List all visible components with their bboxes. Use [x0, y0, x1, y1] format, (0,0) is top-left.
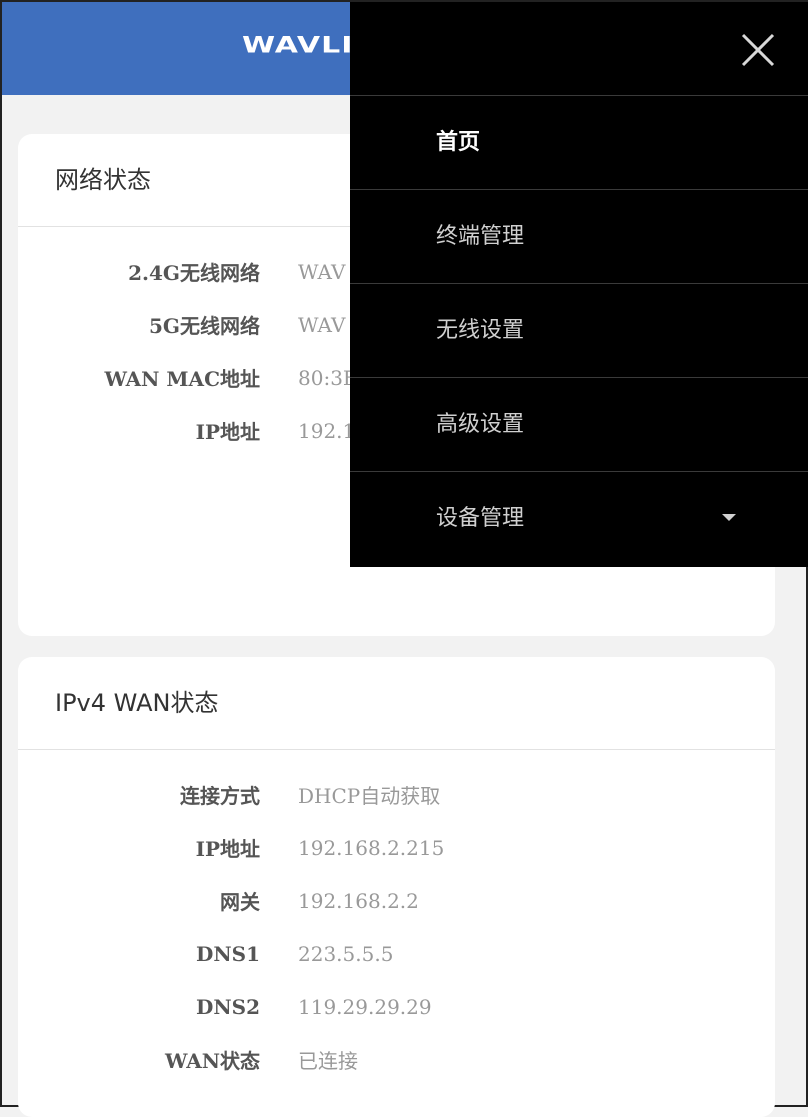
menu-item-label: 终端管理: [436, 224, 525, 249]
row-value: 192.168.2.215: [298, 835, 445, 860]
wan-status-title: IPv4 WAN状态: [18, 657, 775, 750]
row-value: 192.1: [298, 418, 356, 443]
row-value: 192.168.2.2: [298, 888, 419, 913]
status-row: DNS1 223.5.5.5: [18, 927, 775, 980]
status-row: 网关 192.168.2.2: [18, 874, 775, 927]
status-row: DNS2 119.29.29.29: [18, 980, 775, 1033]
status-row: 连接方式 DHCP自动获取: [18, 768, 775, 821]
row-value: WAV: [298, 312, 346, 337]
row-label: 连接方式: [180, 784, 260, 808]
row-value: 已连接: [298, 1049, 358, 1073]
menu-item-device-management[interactable]: 设备管理: [350, 472, 808, 565]
menu-item-terminal-management[interactable]: 终端管理: [350, 190, 808, 284]
close-icon[interactable]: [740, 32, 776, 68]
menu-top-bar: [350, 2, 808, 96]
menu-item-wireless-settings[interactable]: 无线设置: [350, 284, 808, 378]
menu-item-home[interactable]: 首页: [350, 96, 808, 190]
status-row: IP地址 192.168.2.215: [18, 821, 775, 874]
row-label: 5G无线网络: [149, 314, 260, 338]
row-label: WAN MAC地址: [104, 367, 260, 391]
row-label: DNS2: [196, 994, 260, 1019]
row-value: 119.29.29.29: [298, 994, 432, 1019]
row-label: 网关: [220, 890, 260, 914]
menu-item-label: 高级设置: [436, 412, 525, 437]
row-label: WAN状态: [165, 1049, 260, 1073]
row-label: IP地址: [195, 837, 260, 861]
menu-item-label: 无线设置: [436, 318, 525, 343]
row-value: DHCP自动获取: [298, 784, 441, 808]
row-value: 223.5.5.5: [298, 941, 394, 966]
row-label: IP地址: [195, 420, 260, 444]
nav-drawer-menu: 首页 终端管理 无线设置 高级设置 设备管理: [350, 2, 808, 567]
wan-status-card: IPv4 WAN状态 连接方式 DHCP自动获取 IP地址 192.168.2.…: [18, 657, 775, 1117]
row-value: 80:3F: [298, 365, 357, 390]
status-row: WAN状态 已连接: [18, 1033, 775, 1086]
menu-item-label: 设备管理: [436, 506, 525, 531]
menu-item-label: 首页: [436, 130, 481, 155]
row-label: DNS1: [196, 941, 260, 966]
wan-status-rows: 连接方式 DHCP自动获取 IP地址 192.168.2.215 网关 192.…: [18, 750, 775, 1086]
menu-item-advanced-settings[interactable]: 高级设置: [350, 378, 808, 472]
caret-down-icon[interactable]: [722, 514, 736, 521]
row-label: 2.4G无线网络: [128, 261, 260, 285]
row-value: WAV: [298, 259, 346, 284]
